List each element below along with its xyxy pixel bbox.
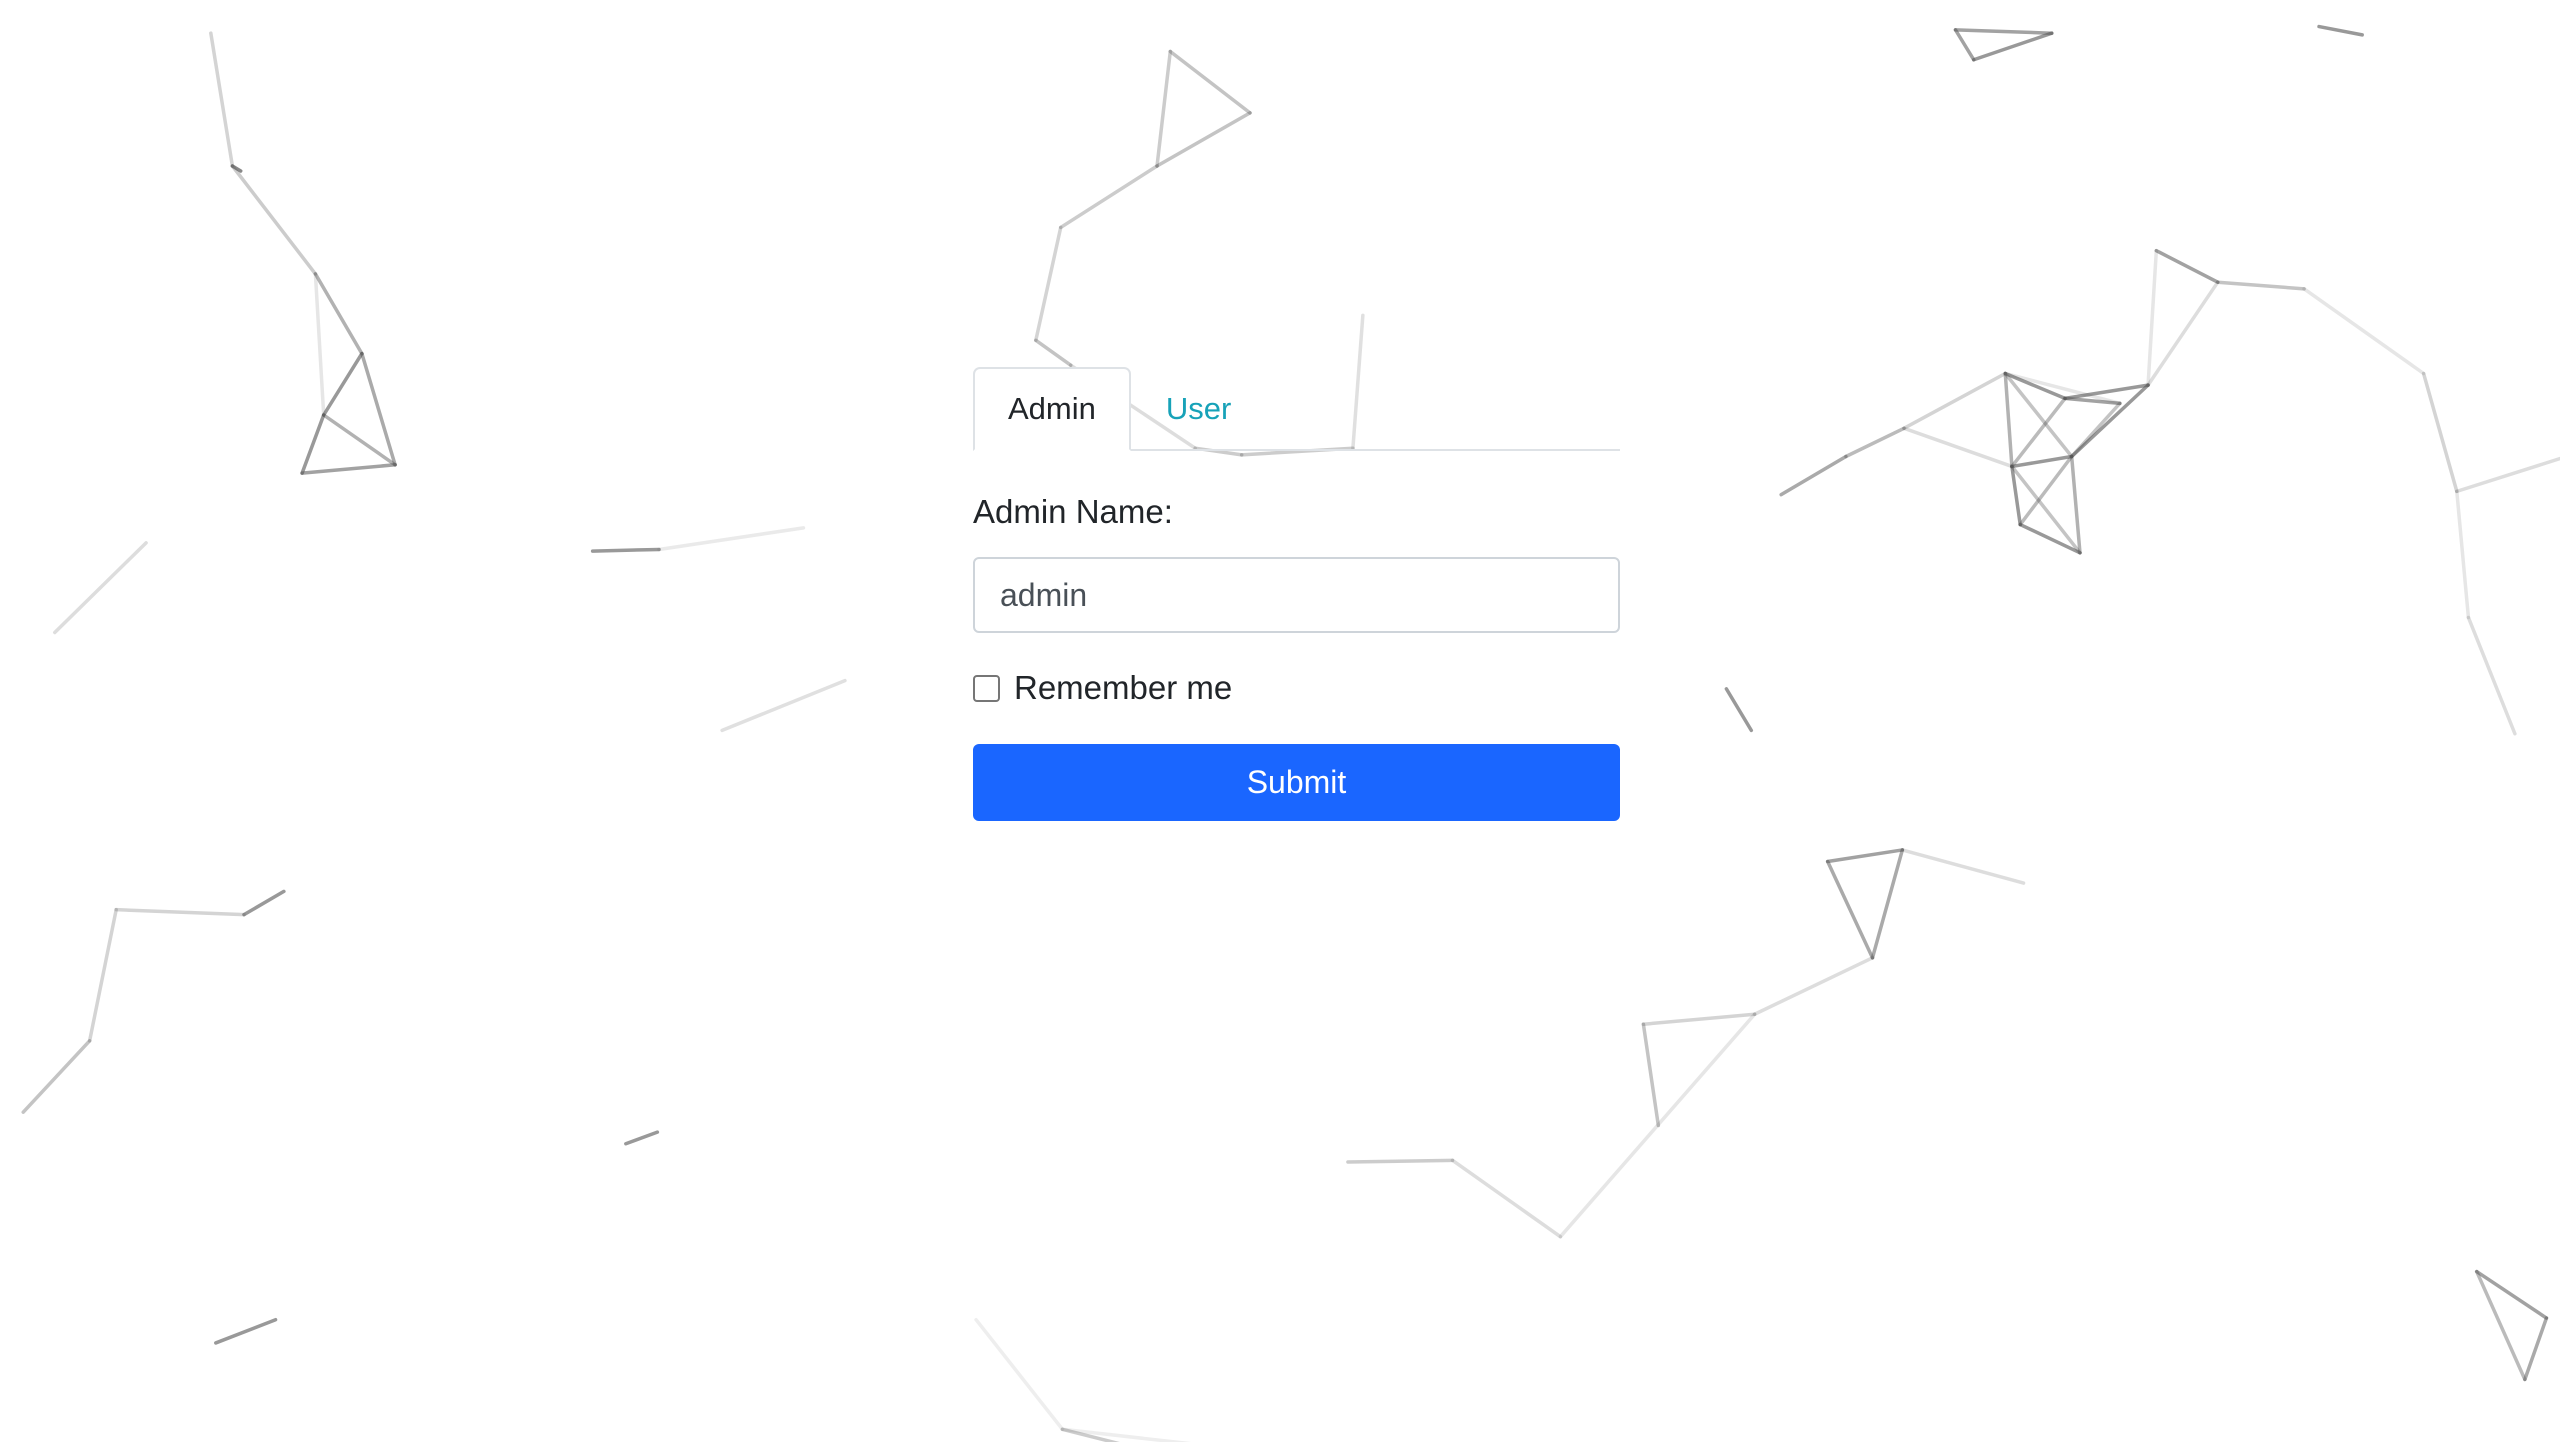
network-line [1641,1012,1757,1026]
network-line [1900,848,2026,885]
network-line [1724,687,1754,733]
network-line [720,678,847,733]
tab-admin[interactable]: Admin [973,367,1131,451]
network-line [21,1039,92,1114]
network-line [2069,401,2122,459]
network-line [1752,956,1875,1017]
tab-user-label: User [1165,391,1232,426]
network-line [1953,28,2054,35]
remember-me-checkbox[interactable] [973,674,1000,702]
admin-name-input[interactable] [973,557,1620,633]
submit-button[interactable]: Submit [973,744,1620,821]
network-line [1779,454,1848,497]
network-line [114,907,246,917]
network-line [2010,396,2067,469]
network-line [2302,287,2426,376]
tab-bar: Admin User [973,363,1620,451]
network-line [1825,859,1875,960]
tab-admin-label: Admin [1008,391,1096,426]
network-line [2010,454,2074,469]
login-panel: Admin User Admin Name: Remember me Submi… [973,363,1620,821]
network-line [1155,49,1173,168]
network-line [2010,464,2082,555]
network-line [360,351,397,467]
network-line [2003,371,2014,469]
network-line [1034,338,1073,367]
network-line [2455,456,2560,494]
network-line [2455,489,2471,620]
network-line [1168,49,1252,115]
network-line [2146,280,2220,387]
network-line [1058,164,1159,230]
network-line [1641,1022,1661,1128]
tab-user[interactable]: User [1131,367,1266,451]
network-line [313,272,326,417]
network-line [1558,1012,1757,1239]
network-line [300,463,397,475]
network-line [209,31,235,168]
network-line [2216,280,2306,291]
network-line [657,526,806,552]
network-line [1844,426,1906,459]
network-line [2018,454,2074,527]
network-line [2146,248,2159,387]
network-line [2466,615,2517,736]
network-line [1870,848,1905,960]
network-line [974,1317,1065,1432]
remember-me-row: Remember me [973,669,1620,707]
network-line [590,547,661,553]
network-line [230,164,318,276]
network-line [1825,848,1905,864]
network-line [2317,24,2364,37]
network-line [1034,225,1063,343]
network-line [53,541,148,635]
network-line [624,1130,660,1146]
network-line [313,272,364,356]
network-line [2421,371,2459,494]
network-line [1450,1158,1563,1239]
admin-name-label: Admin Name: [973,493,1173,530]
network-line [2523,1316,2549,1382]
network-line [242,889,286,917]
network-line [87,907,118,1043]
network-line [214,1317,278,1345]
network-line [1902,371,2008,431]
network-line [1971,31,2054,62]
network-line [2069,454,2082,555]
remember-me-label: Remember me [1014,669,1233,706]
network-line [2154,248,2220,284]
network-line [1953,28,1976,62]
network-line [1155,111,1252,168]
network-line [300,413,326,475]
network-line [1902,426,2014,469]
network-line [321,413,397,467]
network-line [1346,1158,1455,1164]
network-line [321,351,364,417]
